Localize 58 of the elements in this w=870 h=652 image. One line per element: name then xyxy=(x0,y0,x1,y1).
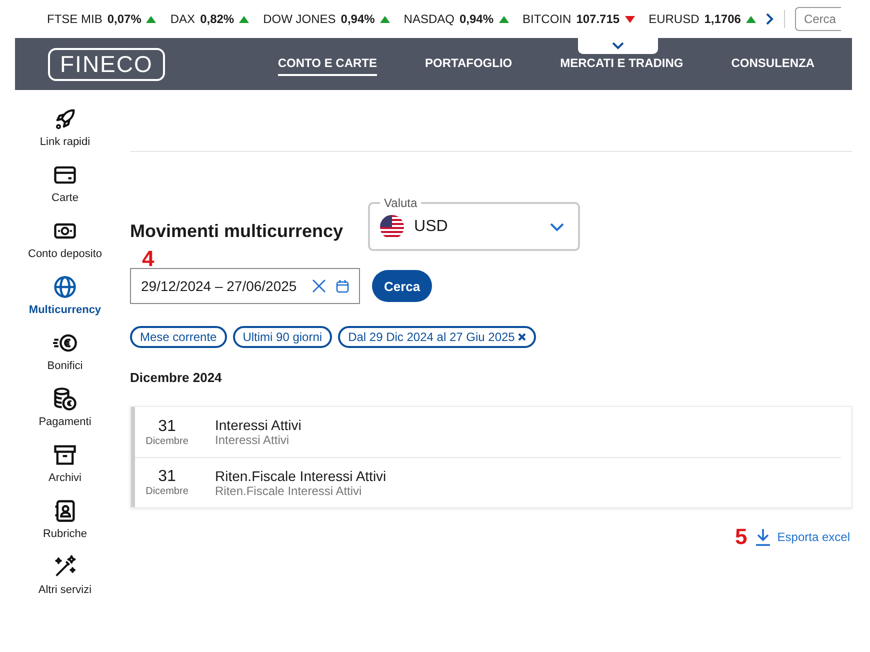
coins-icon xyxy=(52,386,78,412)
sidebar-item[interactable]: Pagamenti xyxy=(25,386,105,428)
flag-icon xyxy=(380,215,404,239)
index-value: 107.715 xyxy=(576,12,620,26)
index-value: 1,1706 xyxy=(704,12,741,26)
sidebar-item[interactable]: Conto deposito xyxy=(25,218,105,260)
month-heading: Dicembre 2024 xyxy=(130,370,223,385)
index-value: 0,07% xyxy=(107,12,142,26)
sidebar-item[interactable]: Rubriche xyxy=(25,498,105,540)
export-link[interactable]: Esporta excel xyxy=(755,528,850,546)
index-name: DAX xyxy=(170,12,196,26)
movement-title: Riten.Fiscale Interessi Attivi xyxy=(215,468,386,484)
nav-tab[interactable]: CONTO E CARTE xyxy=(278,52,378,76)
nav-tab[interactable]: PORTAFOGLIO xyxy=(425,52,512,76)
filter-chip[interactable]: Mese corrente xyxy=(130,326,227,348)
sidebar-item[interactable]: Archivi xyxy=(25,442,105,484)
sidebar-item[interactable]: Multicurrency xyxy=(25,274,105,316)
index-name: NASDAQ xyxy=(404,12,454,26)
index-name: FTSE MIB xyxy=(47,12,102,26)
nav-tab[interactable]: CONSULENZA xyxy=(731,52,815,76)
sidebar-item[interactable]: Carte xyxy=(25,162,105,204)
movement-day: 31 xyxy=(158,418,176,436)
movement-month: Dicembre xyxy=(146,436,188,446)
logo[interactable]: FINECO xyxy=(48,48,165,80)
movement-row[interactable]: 31 Dicembre Interessi Attivi Interessi Attivi xyxy=(135,407,841,457)
movement-description: Interessi Attivi xyxy=(215,433,290,447)
index-value: 0,82% xyxy=(200,12,234,26)
close-icon[interactable] xyxy=(518,333,526,341)
index-value: 0,94% xyxy=(459,12,494,26)
sidebar-item[interactable]: Bonifici xyxy=(25,330,105,372)
movement-title: Interessi Attivi xyxy=(215,417,302,433)
index-name: DOW JONES xyxy=(263,12,336,26)
page-title: Movimenti multicurrency xyxy=(130,221,344,242)
chevron-right-icon[interactable] xyxy=(764,13,774,25)
chevron-down-icon xyxy=(550,222,564,232)
search-field[interactable]: Cerca xyxy=(794,7,841,31)
annotation-number: 5 xyxy=(735,524,748,550)
movement-month: Dicembre xyxy=(146,486,188,497)
globe-icon xyxy=(52,274,78,300)
movement-row[interactable]: 31 Dicembre Riten.Fiscale Interessi Attivi Riten.Fiscale Interessi Attivi xyxy=(135,456,841,508)
index-name: BITCOIN xyxy=(522,12,572,26)
expand-tab[interactable] xyxy=(578,38,658,54)
filter-chip[interactable]: Dal 29 Dic 2024 al 27 Giu 2025 xyxy=(338,326,536,348)
close-icon[interactable] xyxy=(312,279,326,293)
movement-description: Riten.Fiscale Interessi Attivi xyxy=(215,484,363,498)
nav-tab[interactable]: MERCATI E TRADING xyxy=(560,52,684,76)
date-range-field[interactable]: 29/12/2024 – 27/06/2025 xyxy=(130,268,360,304)
filter-chip[interactable]: Ultimi 90 giorni xyxy=(232,326,332,348)
index-name: EURUSD xyxy=(648,12,700,26)
search-button[interactable]: Cerca xyxy=(372,270,432,302)
index-value: 0,94% xyxy=(340,12,375,26)
chevron-down-icon xyxy=(612,42,624,50)
download-icon xyxy=(755,528,772,546)
sidebar-item[interactable]: Altri servizi xyxy=(25,554,105,596)
currency-select[interactable]: Valuta USD xyxy=(368,197,580,251)
movement-day: 31 xyxy=(158,468,176,486)
sidebar-item[interactable]: Link rapidi xyxy=(25,106,105,148)
calendar-icon[interactable] xyxy=(336,280,349,292)
